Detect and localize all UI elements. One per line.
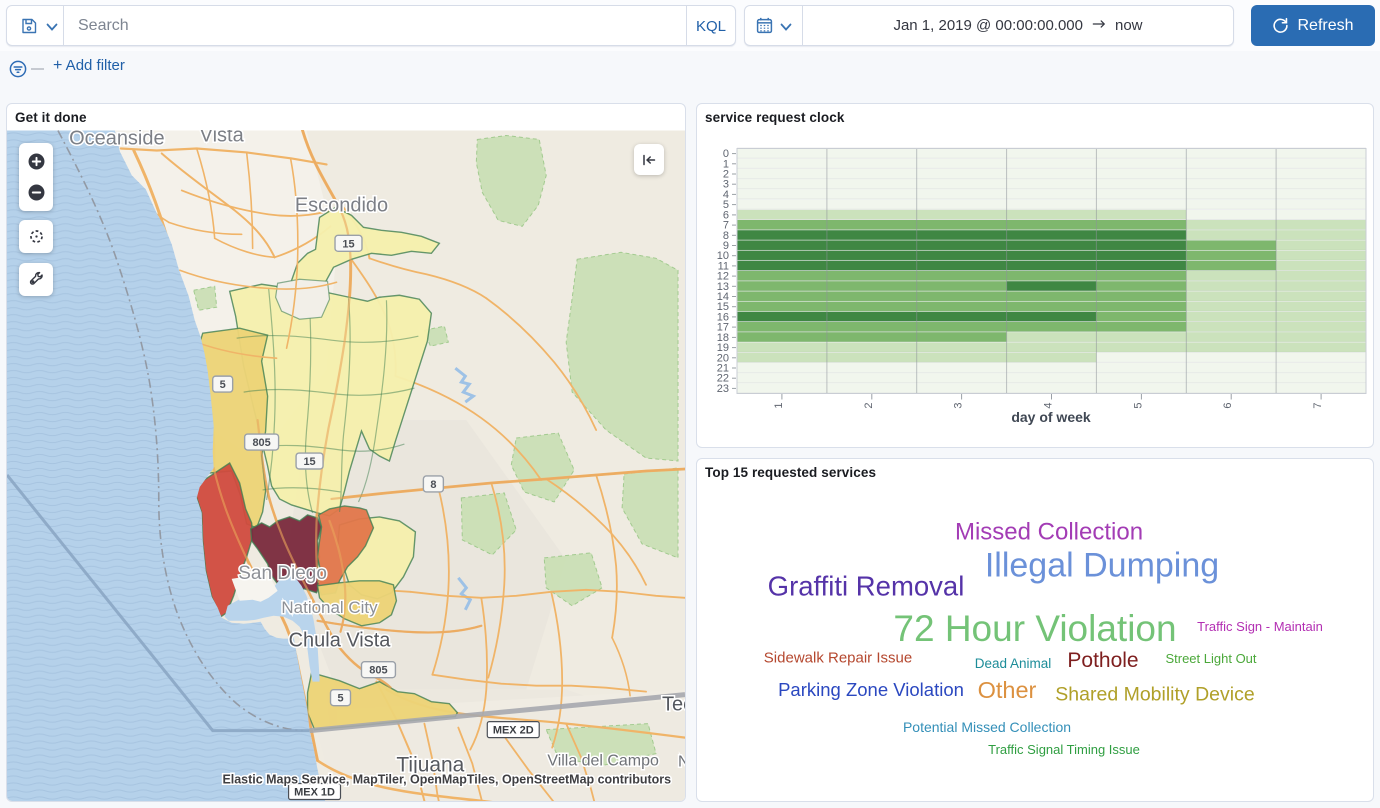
svg-text:Villa del Campo: Villa del Campo (547, 753, 659, 770)
svg-text:2: 2 (863, 403, 875, 409)
svg-text:7: 7 (1312, 403, 1324, 409)
svg-text:3: 3 (953, 403, 965, 409)
svg-text:Tec: Tec (662, 694, 685, 716)
svg-text:15: 15 (342, 238, 354, 250)
svg-text:6: 6 (1222, 403, 1234, 409)
svg-text:Vista: Vista (200, 130, 245, 146)
svg-text:MEX 1D: MEX 1D (294, 787, 335, 799)
svg-text:day of week: day of week (1011, 409, 1091, 425)
svg-text:8: 8 (430, 479, 436, 491)
svg-text:National City: National City (281, 598, 378, 617)
svg-text:23: 23 (717, 383, 729, 395)
svg-text:5: 5 (337, 693, 343, 705)
svg-text:805: 805 (369, 665, 387, 677)
svg-text:805: 805 (252, 437, 270, 449)
svg-text:MEX 2D: MEX 2D (493, 725, 534, 737)
svg-text:San Diego: San Diego (238, 563, 327, 584)
svg-text:4: 4 (1043, 403, 1055, 409)
svg-text:Elastic Maps Service, MapTiler: Elastic Maps Service, MapTiler, OpenMapT… (222, 773, 671, 787)
svg-text:5: 5 (220, 379, 226, 391)
svg-text:1: 1 (773, 403, 785, 409)
svg-text:15: 15 (303, 456, 315, 468)
svg-text:5: 5 (1132, 403, 1144, 409)
svg-text:Chula Vista: Chula Vista (289, 630, 392, 652)
svg-text:Escondido: Escondido (295, 194, 388, 216)
svg-text:N: N (678, 754, 685, 771)
svg-text:Oceanside: Oceanside (69, 130, 164, 149)
